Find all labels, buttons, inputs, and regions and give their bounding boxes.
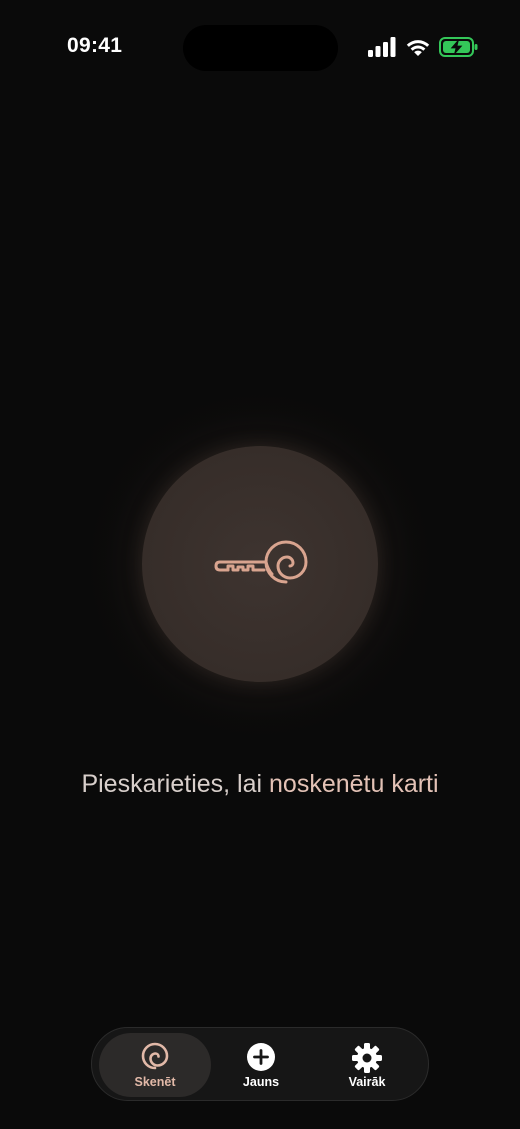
tab-more-label: Vairāk (348, 1075, 386, 1089)
spiral-icon (141, 1042, 169, 1070)
scan-button[interactable] (142, 446, 378, 682)
tab-new[interactable]: Jauns (205, 1033, 317, 1097)
status-time: 09:41 (67, 34, 123, 57)
cellular-signal-icon (368, 37, 396, 57)
status-icons (368, 36, 480, 58)
scan-prompt-main: Pieskarieties, lai (81, 770, 270, 798)
scan-prompt-accent: noskenētu karti (269, 770, 439, 798)
tab-more[interactable]: Vairāk (311, 1033, 423, 1097)
tab-scan[interactable]: Skenēt (99, 1033, 211, 1097)
spiral-key-icon (214, 540, 308, 584)
battery-charging-icon (439, 37, 478, 57)
gear-icon (352, 1043, 382, 1073)
tab-new-label: Jauns (242, 1075, 280, 1089)
tab-scan-label: Skenēt (134, 1075, 176, 1089)
tab-bar: Skenēt Jauns Vairāk (91, 1027, 429, 1101)
status-bar: 09:41 (0, 0, 520, 96)
scan-prompt: Pieskarieties, lai noskenētu karti (0, 770, 520, 799)
plus-circle-icon (247, 1043, 275, 1071)
dynamic-island (183, 25, 338, 71)
wifi-icon (406, 40, 430, 56)
